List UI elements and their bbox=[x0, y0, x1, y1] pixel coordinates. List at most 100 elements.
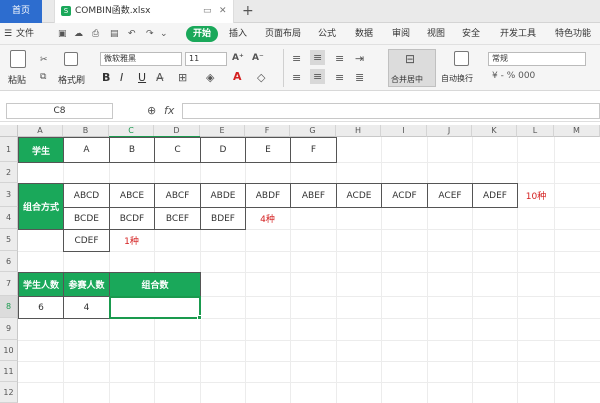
menu-view[interactable]: 视图 bbox=[427, 23, 445, 45]
fill-handle[interactable] bbox=[197, 315, 202, 320]
italic-button[interactable]: I bbox=[120, 71, 123, 84]
cell-j3[interactable]: ACEF bbox=[427, 183, 473, 208]
fill-color-icon[interactable]: ◈ bbox=[206, 71, 214, 84]
currency-icon[interactable]: ¥ - % 000 bbox=[492, 71, 535, 81]
cell-e1[interactable]: D bbox=[200, 137, 246, 163]
fx-label[interactable]: fx bbox=[164, 104, 174, 117]
row-header-10[interactable]: 10 bbox=[0, 340, 18, 361]
cell-d3[interactable]: ABCF bbox=[154, 183, 201, 208]
wrap-text-label[interactable]: 自动换行 bbox=[441, 73, 473, 84]
cell-b7-participants[interactable]: 参赛人数 bbox=[63, 272, 110, 297]
menu-insert[interactable]: 插入 bbox=[229, 23, 247, 45]
paste-icon[interactable] bbox=[10, 50, 26, 68]
cell-a7-students[interactable]: 学生人数 bbox=[18, 272, 64, 297]
eraser-icon[interactable]: ◇ bbox=[257, 71, 265, 84]
row-header-8[interactable]: 8 bbox=[0, 296, 18, 318]
cell-e4[interactable]: BDEF bbox=[200, 207, 246, 230]
border-icon[interactable]: ⊞ bbox=[178, 71, 187, 84]
align-bottom-icon[interactable]: ≡ bbox=[335, 52, 344, 65]
tab-home[interactable]: 首页 bbox=[0, 0, 42, 23]
col-header-f[interactable]: F bbox=[245, 125, 290, 137]
menu-review[interactable]: 审阅 bbox=[392, 23, 410, 45]
hamburger-icon[interactable]: ☰ bbox=[4, 23, 12, 45]
select-all-corner[interactable] bbox=[0, 125, 18, 137]
col-header-h[interactable]: H bbox=[336, 125, 381, 137]
wrap-text-icon[interactable] bbox=[454, 51, 469, 66]
cell-g1[interactable]: F bbox=[290, 137, 337, 163]
col-header-m[interactable]: M bbox=[554, 125, 600, 137]
align-right-icon[interactable]: ≡ bbox=[335, 71, 344, 84]
paste-label[interactable]: 粘贴 bbox=[8, 73, 26, 86]
row-header-3[interactable]: 3 bbox=[0, 183, 18, 207]
preview-icon[interactable]: ▤ bbox=[110, 23, 119, 45]
cell-c7-combinations[interactable]: 组合数 bbox=[109, 272, 201, 297]
cell-c1[interactable]: B bbox=[109, 137, 155, 163]
cell-d1[interactable]: C bbox=[154, 137, 201, 163]
col-header-k[interactable]: K bbox=[472, 125, 517, 137]
cloud-icon[interactable]: ☁ bbox=[74, 23, 83, 45]
row-header-11[interactable]: 11 bbox=[0, 361, 18, 382]
row-header-12[interactable]: 12 bbox=[0, 382, 18, 403]
cell-i3[interactable]: ACDF bbox=[381, 183, 428, 208]
strikethrough-icon[interactable]: A̶ bbox=[156, 71, 164, 84]
close-icon[interactable]: ✕ bbox=[219, 0, 227, 23]
font-name-select[interactable]: 微软雅黑 bbox=[100, 52, 182, 66]
justify-icon[interactable]: ≣ bbox=[355, 71, 364, 84]
tab-file[interactable]: S COMBIN函数.xlsx ▭ ✕ bbox=[54, 0, 234, 23]
save-icon[interactable]: ▣ bbox=[58, 23, 67, 45]
cell-b1[interactable]: A bbox=[63, 137, 110, 163]
cell-a3-combo-label[interactable]: 组合方式 bbox=[18, 183, 64, 230]
align-middle-icon[interactable]: ≡ bbox=[310, 50, 326, 65]
chevron-down-icon[interactable]: ⌄ bbox=[160, 23, 168, 45]
cell-f3[interactable]: ABDF bbox=[245, 183, 291, 208]
format-painter-label[interactable]: 格式刷 bbox=[58, 73, 85, 86]
cell-b5[interactable]: CDEF bbox=[63, 229, 110, 252]
merge-center-button[interactable]: ⊟ 合并居中 bbox=[388, 49, 436, 87]
cell-c8-selected[interactable] bbox=[109, 296, 201, 319]
underline-button[interactable]: U bbox=[138, 71, 146, 84]
cell-k3[interactable]: ADEF bbox=[472, 183, 518, 208]
row-header-4[interactable]: 4 bbox=[0, 207, 18, 229]
increase-font-icon[interactable]: A⁺ bbox=[232, 53, 244, 63]
align-center-icon[interactable]: ≡ bbox=[310, 69, 326, 84]
cell-h3[interactable]: ACDE bbox=[336, 183, 382, 208]
row-header-1[interactable]: 1 bbox=[0, 137, 18, 162]
cell-b4[interactable]: BCDE bbox=[63, 207, 110, 230]
menu-file[interactable]: 文件 bbox=[16, 23, 34, 45]
menu-page-layout[interactable]: 页面布局 bbox=[265, 23, 301, 45]
menu-data[interactable]: 数据 bbox=[355, 23, 373, 45]
menu-start[interactable]: 开始 bbox=[186, 26, 219, 42]
row-header-7[interactable]: 7 bbox=[0, 272, 18, 296]
monitor-icon[interactable]: ▭ bbox=[203, 0, 212, 23]
cut-icon[interactable]: ✂ bbox=[40, 55, 48, 65]
undo-icon[interactable]: ↶ bbox=[128, 23, 136, 45]
menu-formulas[interactable]: 公式 bbox=[318, 23, 336, 45]
cell-a8[interactable]: 6 bbox=[18, 296, 64, 319]
row-header-6[interactable]: 6 bbox=[0, 251, 18, 272]
row-header-2[interactable]: 2 bbox=[0, 162, 18, 183]
format-painter-icon[interactable] bbox=[64, 52, 78, 66]
align-top-icon[interactable]: ≡ bbox=[292, 52, 301, 65]
col-header-l[interactable]: L bbox=[517, 125, 554, 137]
cell-f1[interactable]: E bbox=[245, 137, 291, 163]
indent-icon[interactable]: ⇥ bbox=[355, 52, 364, 65]
copy-icon[interactable]: ⧉ bbox=[40, 72, 46, 82]
col-header-g[interactable]: G bbox=[290, 125, 336, 137]
decrease-font-icon[interactable]: A⁻ bbox=[252, 53, 264, 63]
align-left-icon[interactable]: ≡ bbox=[292, 71, 301, 84]
menu-security[interactable]: 安全 bbox=[462, 23, 480, 45]
col-header-j[interactable]: J bbox=[427, 125, 472, 137]
bold-button[interactable]: B bbox=[102, 71, 110, 84]
col-header-b[interactable]: B bbox=[63, 125, 109, 137]
font-size-select[interactable]: 11 bbox=[185, 52, 227, 66]
menu-features[interactable]: 特色功能 bbox=[555, 23, 591, 45]
print-icon[interactable]: ⎙ bbox=[92, 23, 99, 45]
cell-g3[interactable]: ABEF bbox=[290, 183, 337, 208]
cell-b8[interactable]: 4 bbox=[63, 296, 110, 319]
col-header-e[interactable]: E bbox=[200, 125, 245, 137]
row-header-9[interactable]: 9 bbox=[0, 318, 18, 340]
formula-input[interactable] bbox=[182, 103, 600, 119]
zoom-icon[interactable]: ⊕ bbox=[147, 104, 156, 117]
cell-a1[interactable]: 学生 bbox=[18, 137, 64, 163]
redo-icon[interactable]: ↷ bbox=[146, 23, 154, 45]
